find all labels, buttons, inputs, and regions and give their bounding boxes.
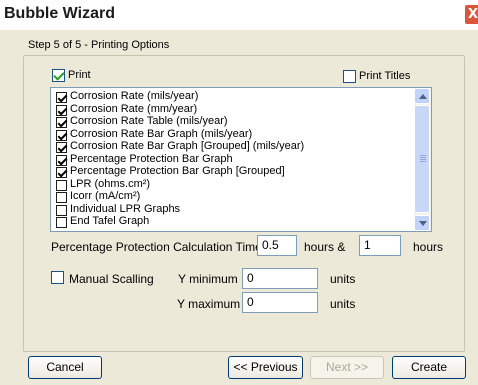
report-item-label: LPR (ohms.cm²) (70, 177, 151, 190)
report-item-label: Percentage Protection Bar Graph [Grouped… (70, 165, 285, 177)
manual-scaling-label: Manual Scalling (69, 272, 154, 286)
y-maximum-unit: units (330, 297, 356, 311)
scroll-down-button[interactable] (414, 215, 430, 231)
print-checkbox[interactable] (52, 69, 65, 82)
scroll-thumb[interactable] (414, 105, 430, 213)
step-label: Step 5 of 5 - Printing Options (28, 39, 170, 51)
report-item-checkbox[interactable] (56, 217, 67, 228)
scroll-up-button[interactable] (414, 88, 430, 104)
report-item-checkbox[interactable] (56, 129, 67, 141)
previous-button[interactable]: << Previous (228, 356, 303, 379)
report-item-checkbox[interactable] (56, 192, 67, 203)
y-minimum-label: Y minimum (178, 272, 238, 286)
report-item-label: Percentage Protection Bar Graph (70, 152, 233, 165)
calc-time-1-input[interactable]: 0.5 (257, 235, 297, 256)
calc-time-2-input[interactable]: 1 (359, 235, 401, 256)
list-scrollbar[interactable] (414, 88, 431, 231)
report-item-label: End Tafel Graph (70, 215, 150, 227)
report-item-checkbox[interactable] (56, 154, 67, 166)
bubble-wizard-window: Bubble Wizard X Step 5 of 5 - Printing O… (0, 0, 478, 385)
report-item-label: Individual LPR Graphs (70, 202, 181, 215)
y-minimum-input[interactable]: 0 (242, 268, 318, 289)
report-item-checkbox[interactable] (56, 179, 67, 191)
print-label: Print (68, 69, 91, 81)
chevron-up-icon (419, 94, 427, 99)
chevron-down-icon (419, 221, 427, 226)
cancel-button[interactable]: Cancel (28, 356, 102, 379)
report-item-label: Corrosion Rate Bar Graph [Grouped] (mils… (70, 140, 305, 152)
report-item-label: Corrosion Rate (mils/year) (70, 90, 199, 102)
title-bar: Bubble Wizard X (0, 0, 478, 30)
next-button[interactable]: Next >> (310, 356, 384, 379)
report-item-checkbox[interactable] (56, 142, 67, 153)
calc-time-2-unit: hours (413, 240, 444, 254)
window-title: Bubble Wizard (4, 5, 115, 22)
close-icon[interactable]: X (464, 4, 478, 25)
y-maximum-label: Y maximum (177, 297, 241, 311)
y-minimum-unit: units (330, 272, 356, 286)
print-titles-checkbox[interactable] (343, 70, 356, 83)
report-item-checkbox[interactable] (56, 204, 67, 216)
report-item-checkbox[interactable] (56, 117, 67, 128)
report-item-checkbox[interactable] (56, 104, 67, 116)
y-maximum-input[interactable]: 0 (242, 292, 318, 313)
report-item-checkbox[interactable] (56, 92, 67, 103)
report-item-label: Corrosion Rate Bar Graph (mils/year) (70, 127, 253, 140)
report-items-list[interactable]: Corrosion Rate (mils/year) Corrosion Rate… (50, 87, 432, 232)
manual-scaling-checkbox[interactable] (51, 271, 64, 284)
calc-times-label: Percentage Protection Calculation Times (51, 240, 268, 254)
create-button[interactable]: Create (392, 356, 466, 379)
report-item-label: Corrosion Rate (mm/year) (70, 102, 198, 115)
report-item-label: Icorr (mA/cm²) (70, 190, 141, 202)
report-item-checkbox[interactable] (56, 167, 67, 178)
print-titles-label: Print Titles (359, 70, 411, 82)
report-item-label: Corrosion Rate Table (mils/year) (70, 115, 228, 127)
calc-time-1-unit: hours & (304, 240, 346, 254)
